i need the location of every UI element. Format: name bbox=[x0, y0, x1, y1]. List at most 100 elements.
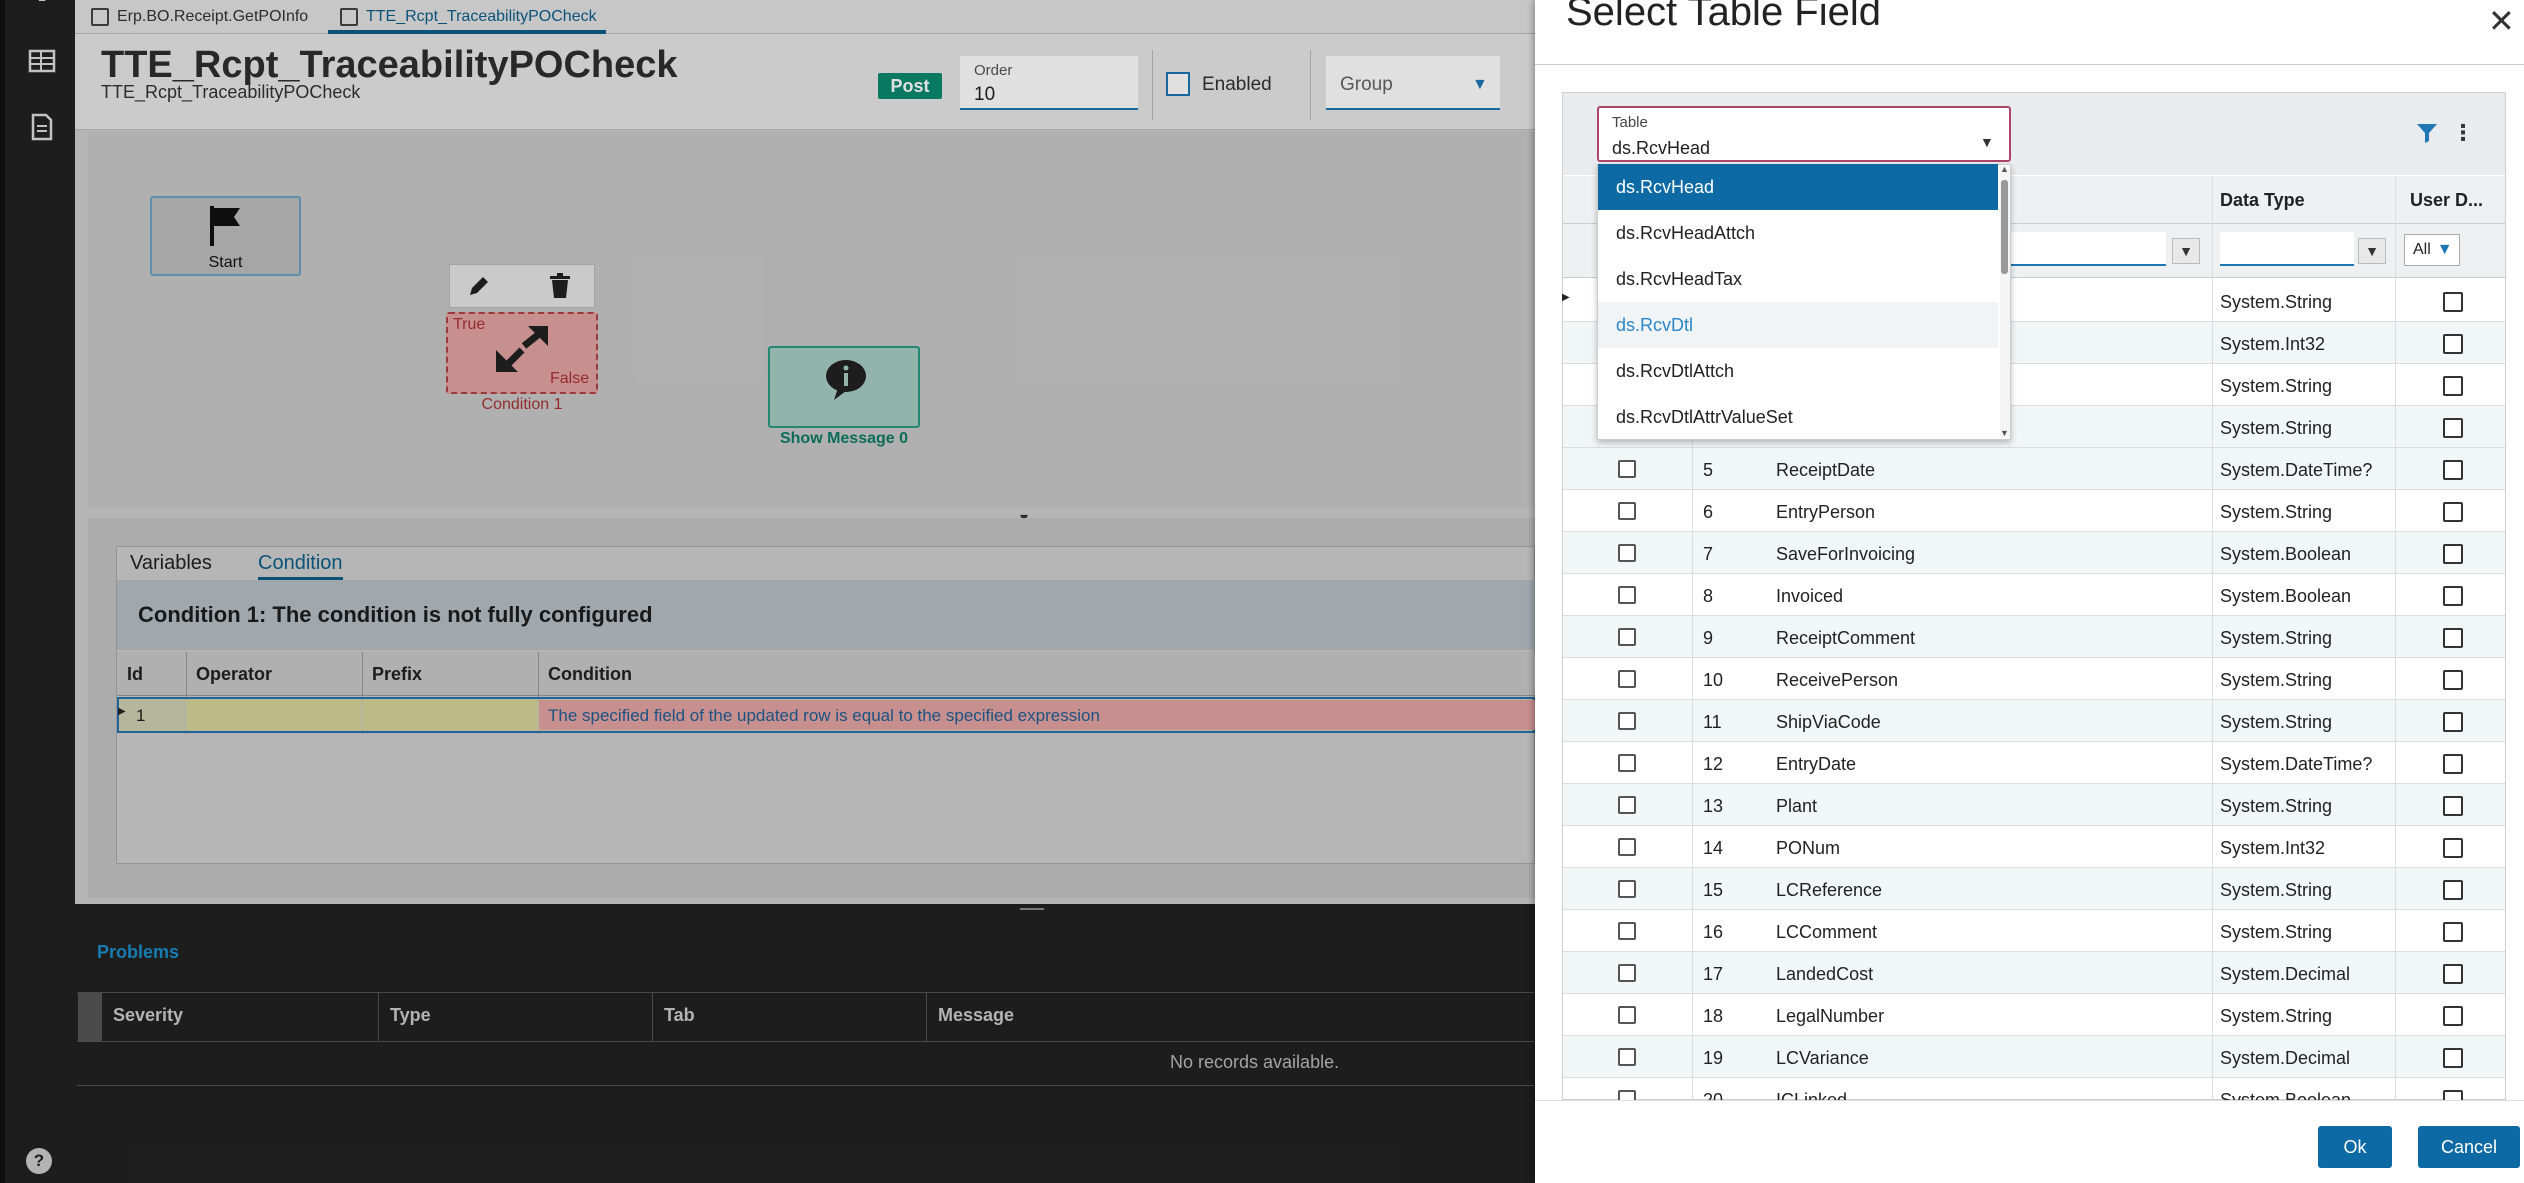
user-defined-checkbox[interactable] bbox=[2443, 1048, 2463, 1068]
field-number-cell: 17 bbox=[1703, 964, 1724, 984]
user-defined-checkbox[interactable] bbox=[2443, 334, 2463, 354]
user-defined-checkbox[interactable] bbox=[2443, 376, 2463, 396]
cancel-button[interactable]: Cancel bbox=[2418, 1126, 2520, 1168]
field-number-cell: 6 bbox=[1703, 502, 1714, 522]
row-select-checkbox[interactable] bbox=[1618, 628, 1636, 646]
table-row[interactable]: 8 Invoiced System.Boolean bbox=[1563, 574, 2505, 616]
chevron-down-icon[interactable]: ▼ bbox=[1980, 134, 1994, 150]
close-icon[interactable]: ✕ bbox=[2488, 2, 2515, 40]
table-row[interactable]: 19 LCVariance System.Decimal bbox=[1563, 1036, 2505, 1078]
data-type-cell: System.Boolean bbox=[2220, 544, 2352, 564]
data-type-cell: System.String bbox=[2220, 376, 2333, 396]
user-defined-filter-select[interactable]: All ▼ bbox=[2404, 234, 2460, 266]
row-select-checkbox[interactable] bbox=[1618, 880, 1636, 898]
dropdown-option[interactable]: ds.RcvDtl bbox=[1598, 302, 1998, 348]
table-row[interactable]: 12 EntryDate System.DateTime? bbox=[1563, 742, 2505, 784]
field-name-filter-input[interactable] bbox=[2010, 232, 2166, 266]
field-name-cell: LCReference bbox=[1776, 880, 1883, 900]
dropdown-option[interactable]: ds.RcvDtlAttch bbox=[1598, 348, 1998, 394]
table-label: Table bbox=[1612, 114, 1648, 131]
data-type-cell: System.DateTime? bbox=[2220, 460, 2373, 480]
user-defined-checkbox[interactable] bbox=[2443, 544, 2463, 564]
user-defined-checkbox[interactable] bbox=[2443, 1006, 2463, 1026]
table-row[interactable]: 18 LegalNumber System.String bbox=[1563, 994, 2505, 1036]
user-defined-checkbox[interactable] bbox=[2443, 880, 2463, 900]
data-type-filter-input[interactable] bbox=[2220, 232, 2354, 266]
row-select-checkbox[interactable] bbox=[1618, 502, 1636, 520]
field-name-cell: ReceiptDate bbox=[1776, 460, 1876, 480]
user-defined-checkbox[interactable] bbox=[2443, 502, 2463, 522]
field-name-cell: ShipViaCode bbox=[1776, 712, 1881, 732]
dropdown-scrollbar-thumb[interactable] bbox=[2001, 180, 2008, 274]
dropdown-option[interactable]: ds.RcvHeadTax bbox=[1598, 256, 1998, 302]
row-select-checkbox[interactable] bbox=[1618, 544, 1636, 562]
user-defined-checkbox[interactable] bbox=[2443, 292, 2463, 312]
scroll-up-icon[interactable]: ▲ bbox=[2000, 164, 2009, 174]
table-row[interactable]: 17 LandedCost System.Decimal bbox=[1563, 952, 2505, 994]
table-row[interactable]: 5 ReceiptDate System.DateTime? bbox=[1563, 448, 2505, 490]
data-type-cell: System.String bbox=[2220, 880, 2333, 900]
data-type-cell: System.Boolean bbox=[2220, 586, 2352, 606]
row-select-checkbox[interactable] bbox=[1618, 586, 1636, 604]
row-select-checkbox[interactable] bbox=[1618, 922, 1636, 940]
table-row[interactable]: 9 ReceiptComment System.String bbox=[1563, 616, 2505, 658]
dropdown-option[interactable]: ds.RcvDtlAttrValueSet bbox=[1598, 394, 1998, 440]
field-name-cell: LandedCost bbox=[1776, 964, 1874, 984]
table-row[interactable]: 16 LCComment System.String bbox=[1563, 910, 2505, 952]
user-defined-checkbox[interactable] bbox=[2443, 586, 2463, 606]
row-select-checkbox[interactable] bbox=[1618, 460, 1636, 478]
user-defined-checkbox[interactable] bbox=[2443, 964, 2463, 984]
data-type-cell: System.String bbox=[2220, 1006, 2333, 1026]
table-row[interactable]: 15 LCReference System.String bbox=[1563, 868, 2505, 910]
row-select-checkbox[interactable] bbox=[1618, 1048, 1636, 1066]
table-row[interactable]: 13 Plant System.String bbox=[1563, 784, 2505, 826]
field-name-cell: Invoiced bbox=[1776, 586, 1844, 606]
user-defined-checkbox[interactable] bbox=[2443, 670, 2463, 690]
field-number-cell: 8 bbox=[1703, 586, 1714, 606]
data-type-cell: System.Decimal bbox=[2220, 964, 2351, 984]
user-defined-checkbox[interactable] bbox=[2443, 838, 2463, 858]
field-name-cell: EntryPerson bbox=[1776, 502, 1876, 522]
data-type-cell: System.String bbox=[2220, 418, 2333, 438]
dropdown-option[interactable]: ds.RcvHeadAttch bbox=[1598, 210, 1998, 256]
data-type-cell: System.String bbox=[2220, 292, 2333, 312]
field-number-cell: 7 bbox=[1703, 544, 1714, 564]
data-type-cell: System.String bbox=[2220, 922, 2333, 942]
filter-icon[interactable]: ▼ bbox=[2358, 238, 2386, 264]
user-defined-checkbox[interactable] bbox=[2443, 754, 2463, 774]
row-select-checkbox[interactable] bbox=[1618, 796, 1636, 814]
filter-icon[interactable] bbox=[2416, 122, 2438, 144]
user-defined-checkbox[interactable] bbox=[2443, 460, 2463, 480]
field-number-cell: 14 bbox=[1703, 838, 1724, 858]
filter-icon[interactable]: ▼ bbox=[2172, 238, 2200, 264]
row-select-checkbox[interactable] bbox=[1618, 1006, 1636, 1024]
user-defined-checkbox[interactable] bbox=[2443, 796, 2463, 816]
modal-backdrop[interactable] bbox=[0, 0, 1535, 1183]
row-select-checkbox[interactable] bbox=[1618, 754, 1636, 772]
column-header-user-defined[interactable]: User D... bbox=[2410, 190, 2483, 211]
dialog-divider bbox=[1535, 64, 2524, 65]
dropdown-option[interactable]: ds.RcvHead bbox=[1598, 164, 1998, 210]
row-pointer-icon: ▶ bbox=[1562, 292, 1570, 303]
table-row[interactable]: 14 PONum System.Int32 bbox=[1563, 826, 2505, 868]
table-row[interactable]: 6 EntryPerson System.String bbox=[1563, 490, 2505, 532]
table-row[interactable]: 10 ReceivePerson System.String bbox=[1563, 658, 2505, 700]
scroll-down-icon[interactable]: ▼ bbox=[2000, 428, 2009, 438]
ok-button[interactable]: Ok bbox=[2318, 1126, 2392, 1168]
row-select-checkbox[interactable] bbox=[1618, 670, 1636, 688]
user-defined-checkbox[interactable] bbox=[2443, 922, 2463, 942]
user-defined-checkbox[interactable] bbox=[2443, 418, 2463, 438]
table-row[interactable]: 11 ShipViaCode System.String bbox=[1563, 700, 2505, 742]
column-divider bbox=[2395, 176, 2396, 1100]
table-row[interactable]: 7 SaveForInvoicing System.Boolean bbox=[1563, 532, 2505, 574]
user-defined-checkbox[interactable] bbox=[2443, 628, 2463, 648]
column-header-data-type[interactable]: Data Type bbox=[2220, 190, 2305, 211]
more-options-icon[interactable]: ⋮ bbox=[2452, 120, 2474, 146]
field-name-cell: EntryDate bbox=[1776, 754, 1857, 774]
row-select-checkbox[interactable] bbox=[1618, 964, 1636, 982]
row-select-checkbox[interactable] bbox=[1618, 712, 1636, 730]
row-select-checkbox[interactable] bbox=[1618, 838, 1636, 856]
user-defined-checkbox[interactable] bbox=[2443, 712, 2463, 732]
data-type-cell: System.Int32 bbox=[2220, 334, 2326, 354]
data-type-cell: System.String bbox=[2220, 712, 2333, 732]
